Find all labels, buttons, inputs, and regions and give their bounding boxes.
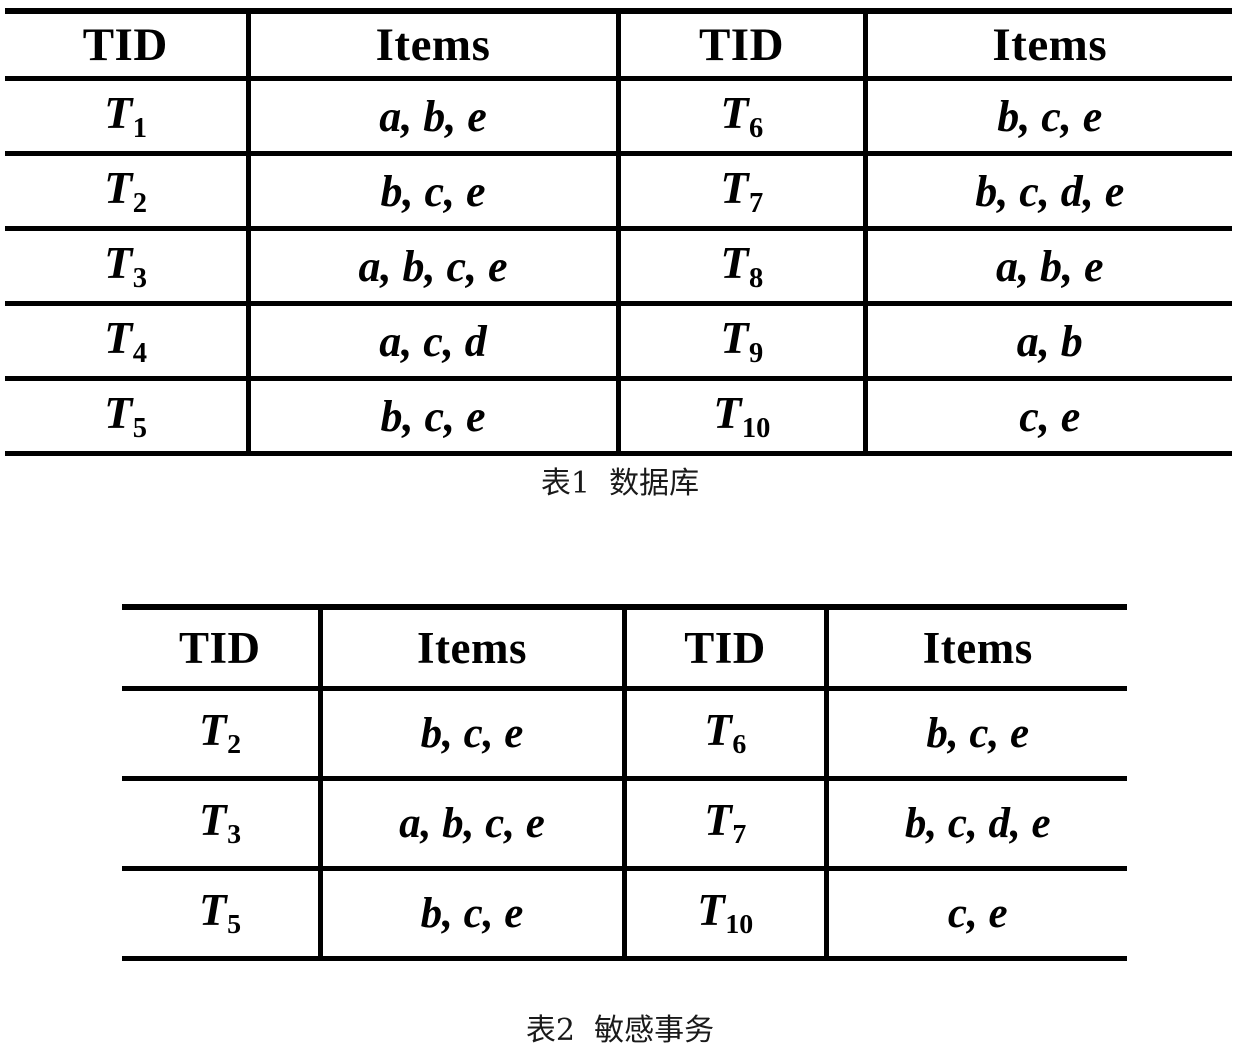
- cell-items-right: b, c, d, e: [862, 153, 1232, 231]
- table-header-row: TID Items TID Items: [122, 604, 1127, 691]
- cell-items-left: a, b, c, e: [317, 778, 624, 871]
- cell-tid-left: T3: [5, 228, 248, 306]
- transaction-id-label: T8: [720, 237, 764, 294]
- table-row: T5 b, c, e T10 c, e: [122, 868, 1127, 961]
- transaction-id-label: T10: [713, 387, 771, 444]
- column-header-items-right: Items: [823, 604, 1127, 691]
- transaction-id-label: T5: [104, 387, 147, 444]
- transaction-id-label: T9: [720, 312, 764, 369]
- cell-tid-left: T2: [5, 153, 248, 231]
- cell-items-left: a, b, e: [245, 78, 618, 156]
- transaction-id-label: T4: [104, 312, 147, 369]
- transaction-id-label: T7: [704, 795, 747, 851]
- cell-tid-left: T5: [5, 378, 248, 456]
- cell-items-right: a, b: [862, 303, 1232, 381]
- sensitive-transactions-table: TID Items TID Items T2 b, c, e T6 b, c, …: [122, 604, 1127, 961]
- cell-tid-left: T3: [122, 778, 320, 871]
- cell-items-right: b, c, d, e: [823, 778, 1127, 871]
- cell-tid-right: T7: [621, 778, 826, 871]
- table-row: T3 a, b, c, e T7 b, c, d, e: [122, 778, 1127, 871]
- cell-tid-right: T10: [615, 378, 865, 456]
- cell-items-right: b, c, e: [823, 688, 1127, 781]
- column-header-tid-right: TID: [615, 8, 865, 81]
- cell-items-right: b, c, e: [862, 78, 1232, 156]
- table2-caption: 表2 敏感事务: [525, 1013, 715, 1048]
- cell-tid-left: T4: [5, 303, 248, 381]
- cell-tid-right: T9: [615, 303, 865, 381]
- transaction-id-label: T7: [720, 162, 764, 219]
- table-header-row: TID Items TID Items: [5, 8, 1232, 81]
- column-header-tid-left: TID: [122, 604, 320, 691]
- table-row: T3 a, b, c, e T8 a, b, e: [5, 228, 1232, 306]
- cell-tid-left: T1: [5, 78, 248, 156]
- cell-tid-left: T2: [122, 688, 320, 781]
- cell-tid-right: T8: [615, 228, 865, 306]
- table-row: T5 b, c, e T10 c, e: [5, 378, 1232, 456]
- transaction-id-label: T2: [104, 162, 147, 219]
- cell-items-left: b, c, e: [245, 153, 618, 231]
- cell-items-left: b, c, e: [317, 688, 624, 781]
- cell-items-right: a, b, e: [862, 228, 1232, 306]
- column-header-items-right: Items: [862, 8, 1232, 81]
- column-header-items-left: Items: [245, 8, 618, 81]
- transaction-id-label: T6: [720, 87, 764, 144]
- transaction-id-label: T2: [199, 705, 242, 761]
- transaction-id-label: T3: [104, 237, 147, 294]
- column-header-items-left: Items: [317, 604, 624, 691]
- cell-tid-left: T5: [122, 868, 320, 961]
- database-table: TID Items TID Items T1 a, b, e T6 b, c, …: [5, 8, 1232, 456]
- column-header-tid-right: TID: [621, 604, 826, 691]
- cell-tid-right: T10: [621, 868, 826, 961]
- transaction-id-label: T6: [704, 705, 747, 761]
- transaction-id-label: T1: [104, 87, 147, 144]
- cell-items-right: c, e: [862, 378, 1232, 456]
- cell-items-right: c, e: [823, 868, 1127, 961]
- cell-items-left: b, c, e: [317, 868, 624, 961]
- cell-tid-right: T6: [615, 78, 865, 156]
- cell-items-left: a, c, d: [245, 303, 618, 381]
- table1-caption: 表1 数据库: [540, 466, 700, 501]
- cell-items-left: a, b, c, e: [245, 228, 618, 306]
- transaction-id-label: T10: [697, 885, 754, 941]
- cell-items-left: b, c, e: [245, 378, 618, 456]
- table-row: T2 b, c, e T7 b, c, d, e: [5, 153, 1232, 231]
- table-row: T1 a, b, e T6 b, c, e: [5, 78, 1232, 156]
- cell-tid-right: T6: [621, 688, 826, 781]
- transaction-id-label: T5: [199, 885, 242, 941]
- cell-tid-right: T7: [615, 153, 865, 231]
- table-row: T4 a, c, d T9 a, b: [5, 303, 1232, 381]
- column-header-tid-left: TID: [5, 8, 248, 81]
- table-row: T2 b, c, e T6 b, c, e: [122, 688, 1127, 781]
- transaction-id-label: T3: [199, 795, 242, 851]
